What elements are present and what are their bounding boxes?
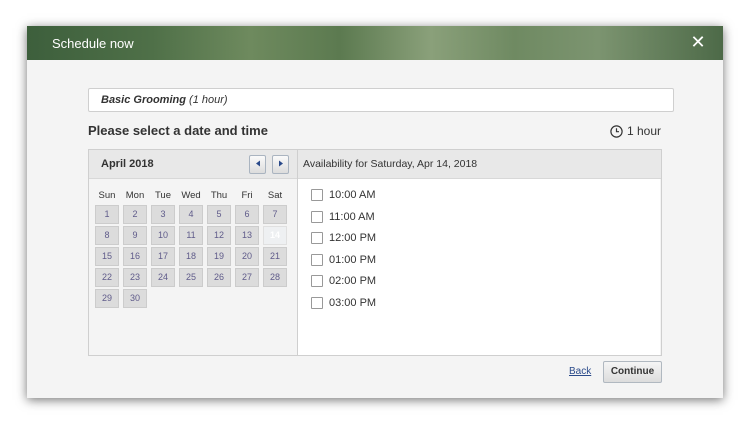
time-slot[interactable]: 02:00 PM: [311, 275, 377, 288]
month-title: April 2018: [101, 158, 154, 170]
dialog-header: Schedule now ✕: [27, 26, 723, 60]
weekday-wed: Wed: [181, 190, 201, 201]
duration-indicator: 1 hour: [610, 124, 661, 138]
time-slot-label: 11:00 AM: [329, 210, 375, 223]
calendar-day-14[interactable]: 14: [263, 226, 287, 245]
calendar-day-20[interactable]: 20: [235, 247, 259, 266]
calendar-day-25[interactable]: 25: [179, 268, 203, 287]
calendar-day-3[interactable]: 3: [151, 205, 175, 224]
calendar-day-29[interactable]: 29: [95, 289, 119, 308]
clock-icon: [610, 124, 623, 138]
time-slot-label: 02:00 PM: [329, 275, 377, 288]
calendar-day-6[interactable]: 6: [235, 205, 259, 224]
calendar-day-23[interactable]: 23: [123, 268, 147, 287]
service-name: Basic Grooming: [101, 94, 186, 106]
calendar-header: April 2018: [89, 150, 297, 179]
time-slot[interactable]: 01:00 PM: [311, 253, 377, 266]
time-slot-label: 01:00 PM: [329, 253, 377, 266]
service-duration: (1 hour): [189, 94, 228, 106]
chevron-right-icon: [278, 160, 283, 167]
calendar-day-19[interactable]: 19: [207, 247, 231, 266]
weekday-sat: Sat: [267, 190, 283, 201]
weekday-sun: Sun: [98, 190, 116, 201]
calendar-day-22[interactable]: 22: [95, 268, 119, 287]
close-icon[interactable]: ✕: [689, 33, 707, 51]
calendar-day-17[interactable]: 17: [151, 247, 175, 266]
chevron-left-icon: [255, 160, 260, 167]
time-slot-checkbox[interactable]: [311, 253, 323, 266]
calendar-day-18[interactable]: 18: [179, 247, 203, 266]
weekday-tue: Tue: [154, 190, 172, 201]
continue-button[interactable]: Continue: [603, 361, 662, 383]
time-slot[interactable]: 11:00 AM: [311, 210, 375, 223]
duration-label: 1 hour: [626, 124, 661, 138]
select-date-heading: Please select a date and time: [88, 123, 268, 138]
calendar-day-5[interactable]: 5: [207, 205, 231, 224]
service-summary: Basic Grooming (1 hour): [88, 88, 674, 112]
calendar-day-10[interactable]: 10: [151, 226, 175, 245]
time-slot[interactable]: 12:00 PM: [311, 232, 377, 245]
weekday-thu: Thu: [210, 190, 228, 201]
time-slot[interactable]: 03:00 PM: [311, 297, 376, 309]
weekday-mon: Mon: [125, 190, 145, 201]
time-slot-checkbox[interactable]: [311, 189, 323, 201]
calendar-day-12[interactable]: 12: [207, 226, 231, 245]
time-slot-list: 10:00 AM 11:00 AM 12:00 PM 01:00 PM 02:00 PM…: [298, 179, 660, 355]
availability-header: Availability for Saturday, Apr 14, 2018: [298, 150, 661, 179]
calendar-day-26[interactable]: 26: [207, 268, 231, 287]
calendar-day-11[interactable]: 11: [179, 226, 203, 245]
time-slot-checkbox[interactable]: [311, 275, 323, 288]
back-link[interactable]: Back: [569, 366, 591, 377]
time-slot-checkbox[interactable]: [311, 297, 323, 309]
calendar-day-1[interactable]: 1: [95, 205, 119, 224]
schedule-dialog: Schedule now ✕ Basic Grooming (1 hour) P…: [27, 26, 723, 398]
calendar-day-13[interactable]: 13: [235, 226, 259, 245]
calendar-day-7[interactable]: 7: [263, 205, 287, 224]
calendar-day-8[interactable]: 8: [95, 226, 119, 245]
time-slot-checkbox[interactable]: [311, 232, 323, 245]
calendar-day-16[interactable]: 16: [123, 247, 147, 266]
weekday-fri: Fri: [241, 190, 253, 201]
calendar-day-24[interactable]: 24: [151, 268, 175, 287]
calendar-day-21[interactable]: 21: [263, 247, 287, 266]
calendar-day-15[interactable]: 15: [95, 247, 119, 266]
time-slot-label: 12:00 PM: [329, 232, 377, 245]
calendar-day-2[interactable]: 2: [123, 205, 147, 224]
time-slot-label: 10:00 AM: [329, 189, 376, 201]
time-slot-checkbox[interactable]: [311, 210, 323, 223]
schedule-panel: April 2018 Sun Mon Tue Wed Thu Fri Sat 1234567…: [88, 149, 662, 356]
prev-month-button[interactable]: [249, 155, 266, 174]
calendar-day-4[interactable]: 4: [179, 205, 203, 224]
calendar-day-9[interactable]: 9: [123, 226, 147, 245]
time-slot-label: 03:00 PM: [329, 297, 377, 309]
calendar-day-30[interactable]: 30: [123, 289, 147, 308]
availability-title: Availability for Saturday, Apr 14, 2018: [303, 158, 478, 170]
calendar-day-28[interactable]: 28: [263, 268, 287, 287]
dialog-title: Schedule now: [52, 36, 134, 51]
calendar-day-27[interactable]: 27: [235, 268, 259, 287]
next-month-button[interactable]: [272, 155, 289, 174]
time-slot[interactable]: 10:00 AM: [311, 189, 375, 201]
